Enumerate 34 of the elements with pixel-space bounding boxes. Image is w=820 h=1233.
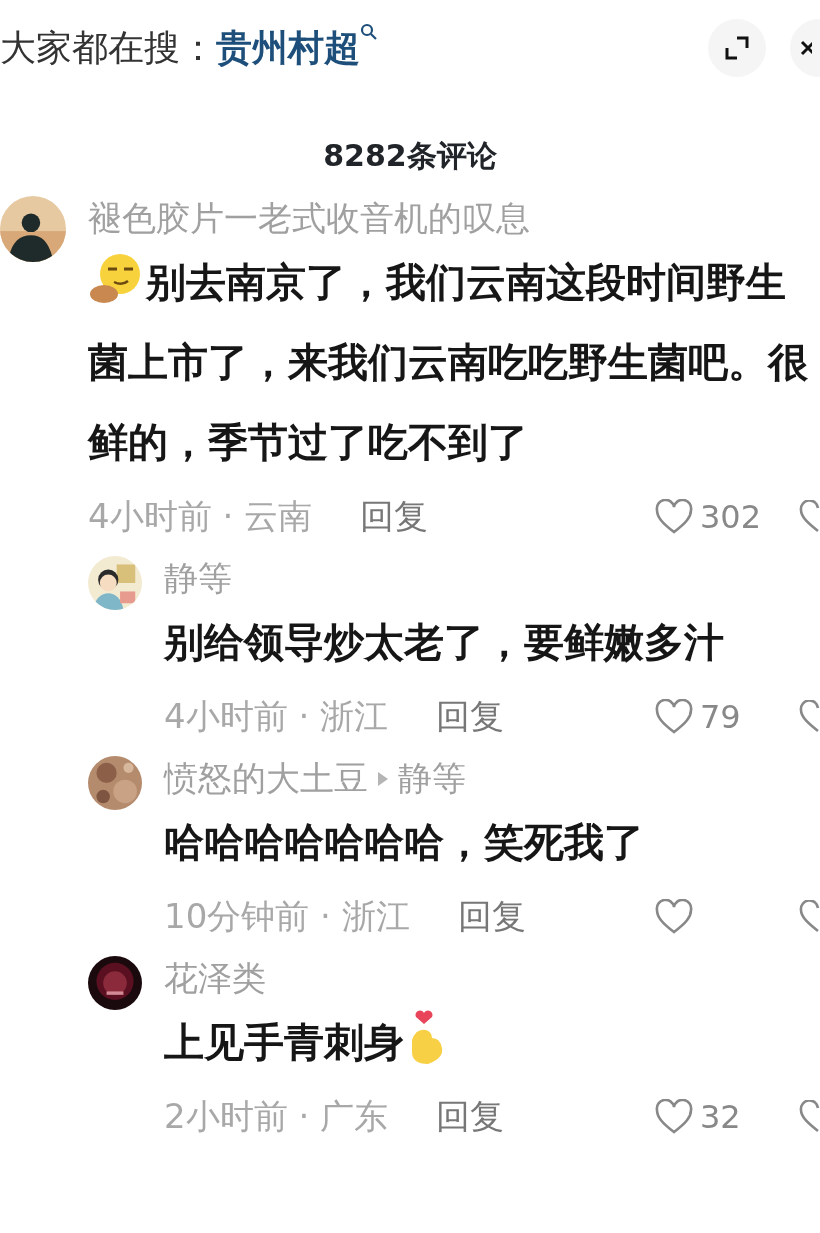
reply-arrow-icon (376, 769, 390, 788)
comment-time-location: 4小时前 · 云南 (88, 495, 313, 539)
dislike-icon[interactable] (798, 1099, 820, 1134)
comment-username: 愤怒的大土豆 (164, 756, 368, 800)
heart-icon (654, 698, 694, 735)
comment-text: 哈哈哈哈哈哈哈，笑死我了 (164, 817, 645, 867)
reply-button[interactable]: 回复 (457, 891, 526, 943)
comment-text: 上见手青刺身 (164, 1001, 820, 1082)
comment-text: 别给领导炒太老了，要鲜嫩多汁 (164, 617, 725, 667)
comment-count-title: 8282条评论 (322, 137, 498, 175)
comment-username: 静等 (164, 556, 233, 600)
search-icon (360, 22, 378, 41)
comment-time-location: 2小时前 · 广东 (164, 1095, 389, 1139)
comment-text: 别去南京了，我们云南这段时间野生菌上市了，来我们云南吃吃野生菌吧。很鲜的，季节过了吃不到了 (88, 241, 820, 482)
heart-icon (654, 1098, 694, 1135)
heart-icon (654, 498, 694, 535)
comment-username: 花泽类 (164, 956, 267, 1000)
reply-target-username: 静等 (398, 756, 466, 800)
heart-icon (654, 898, 694, 935)
dislike-icon[interactable] (798, 499, 820, 534)
like-button[interactable]: 32 (654, 1092, 774, 1141)
expand-icon (724, 34, 750, 61)
like-button[interactable]: 79 (654, 692, 774, 741)
reply-button[interactable]: 回复 (360, 491, 429, 543)
comment-time-location: 10分钟前 · 浙江 (164, 895, 410, 939)
reply-button[interactable]: 回复 (436, 691, 505, 743)
comment-time-location: 4小时前 · 浙江 (164, 695, 389, 739)
dislike-icon[interactable] (798, 899, 820, 934)
reply-button[interactable]: 回复 (436, 1091, 505, 1143)
trending-search-link[interactable]: 贵州村超 (216, 20, 378, 75)
dislike-icon[interactable] (798, 699, 820, 734)
search-hint-label: 大家都在搜： (0, 25, 216, 70)
comment-username: 褪色胶片一老式收音机的叹息 (88, 197, 531, 240)
like-button[interactable]: 302 (654, 492, 774, 541)
